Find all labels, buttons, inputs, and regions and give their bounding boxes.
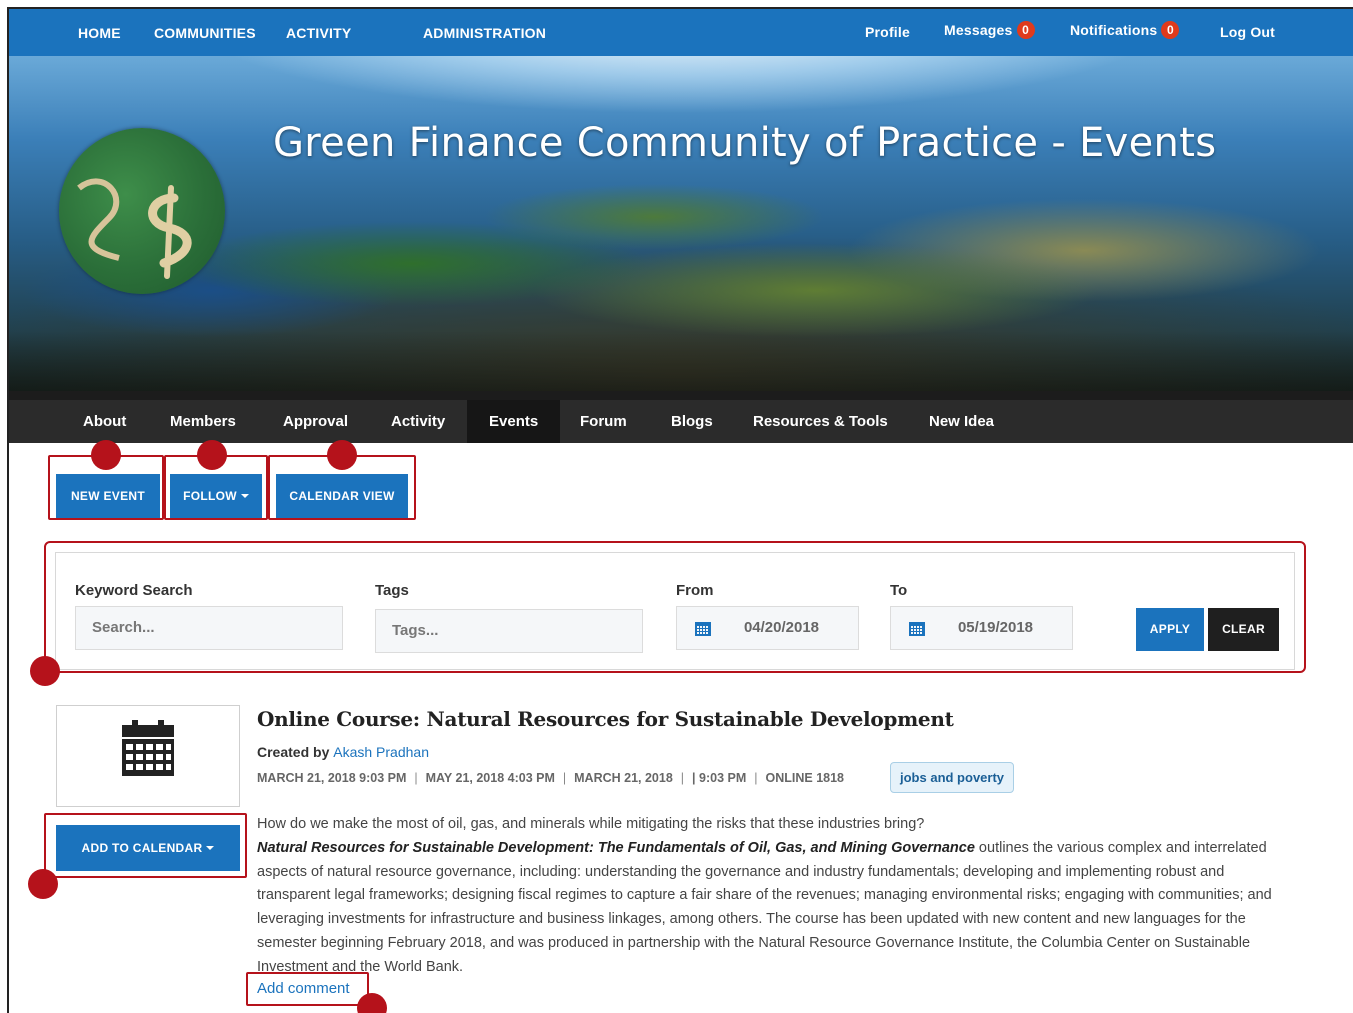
event-location: ONLINE 1818 <box>765 771 845 785</box>
event-tag[interactable]: jobs and poverty <box>890 762 1015 793</box>
top-navigation: HOME COMMUNITIES ACTIVITY ADMINISTRATION… <box>9 9 1353 56</box>
nav-activity[interactable]: ACTIVITY <box>286 25 351 41</box>
calendar-icon <box>122 720 174 776</box>
community-tabs: About Members Approval Activity Events F… <box>9 391 1353 443</box>
event-intro: How do we make the most of oil, gas, and… <box>257 816 925 832</box>
author-link[interactable]: Akash Pradhan <box>333 744 429 760</box>
event-date: MARCH 21, 2018 <box>574 771 673 785</box>
messages-count-badge: 0 <box>1016 21 1035 40</box>
notifications-count-badge: 0 <box>1161 21 1180 40</box>
notifications-label: Notifications <box>1070 22 1158 38</box>
callout-add-comment <box>246 972 369 1006</box>
nav-home[interactable]: HOME <box>78 25 121 41</box>
nav-profile[interactable]: Profile <box>865 24 910 40</box>
tab-activity[interactable]: Activity <box>369 400 467 443</box>
event-body: Natural Resources for Sustainable Develo… <box>257 837 1292 980</box>
messages-label: Messages <box>944 22 1013 38</box>
event-book-title: Natural Resources for Sustainable Develo… <box>257 839 975 856</box>
callout-marker <box>327 440 357 470</box>
event-title[interactable]: Online Course: Natural Resources for Sus… <box>257 707 954 731</box>
callout-filter-panel <box>44 541 1306 673</box>
nav-logout[interactable]: Log Out <box>1220 24 1275 40</box>
event-body-text: outlines the various complex and interre… <box>257 839 1272 975</box>
tab-about[interactable]: About <box>61 400 148 443</box>
callout-marker <box>30 656 60 686</box>
community-logo <box>59 128 225 294</box>
tab-events[interactable]: Events <box>467 400 561 443</box>
dollar-river-logo-icon <box>77 178 192 279</box>
event-description: How do we make the most of oil, gas, and… <box>257 813 1292 980</box>
event-time: | 9:03 PM <box>692 771 747 785</box>
event-start: MARCH 21, 2018 9:03 PM <box>257 771 407 785</box>
nav-messages[interactable]: Messages 0 <box>944 21 1035 40</box>
event-thumbnail <box>56 705 240 807</box>
event-created-by: Created by Akash Pradhan <box>257 744 429 760</box>
callout-marker <box>357 993 387 1013</box>
callout-add-to-calendar <box>44 813 247 878</box>
page-title: Green Finance Community of Practice - Ev… <box>273 120 1217 166</box>
nav-communities[interactable]: COMMUNITIES <box>154 25 256 41</box>
callout-marker <box>91 440 121 470</box>
tab-blogs[interactable]: Blogs <box>649 400 735 443</box>
nav-notifications[interactable]: Notifications 0 <box>1070 21 1180 40</box>
tab-members[interactable]: Members <box>148 400 258 443</box>
tab-approval[interactable]: Approval <box>261 400 370 443</box>
callout-marker <box>28 869 58 899</box>
event-end: MAY 21, 2018 4:03 PM <box>425 771 555 785</box>
page-frame: HOME COMMUNITIES ACTIVITY ADMINISTRATION… <box>7 7 1353 1013</box>
nav-administration[interactable]: ADMINISTRATION <box>423 25 546 41</box>
tab-forum[interactable]: Forum <box>558 400 649 443</box>
created-by-label: Created by <box>257 744 330 760</box>
tab-new-idea[interactable]: New Idea <box>907 400 1016 443</box>
hero-banner: Green Finance Community of Practice - Ev… <box>9 56 1353 391</box>
callout-marker <box>197 440 227 470</box>
tab-resources-tools[interactable]: Resources & Tools <box>731 400 910 443</box>
event-meta: MARCH 21, 2018 9:03 PM | MAY 21, 2018 4:03… <box>257 771 845 785</box>
